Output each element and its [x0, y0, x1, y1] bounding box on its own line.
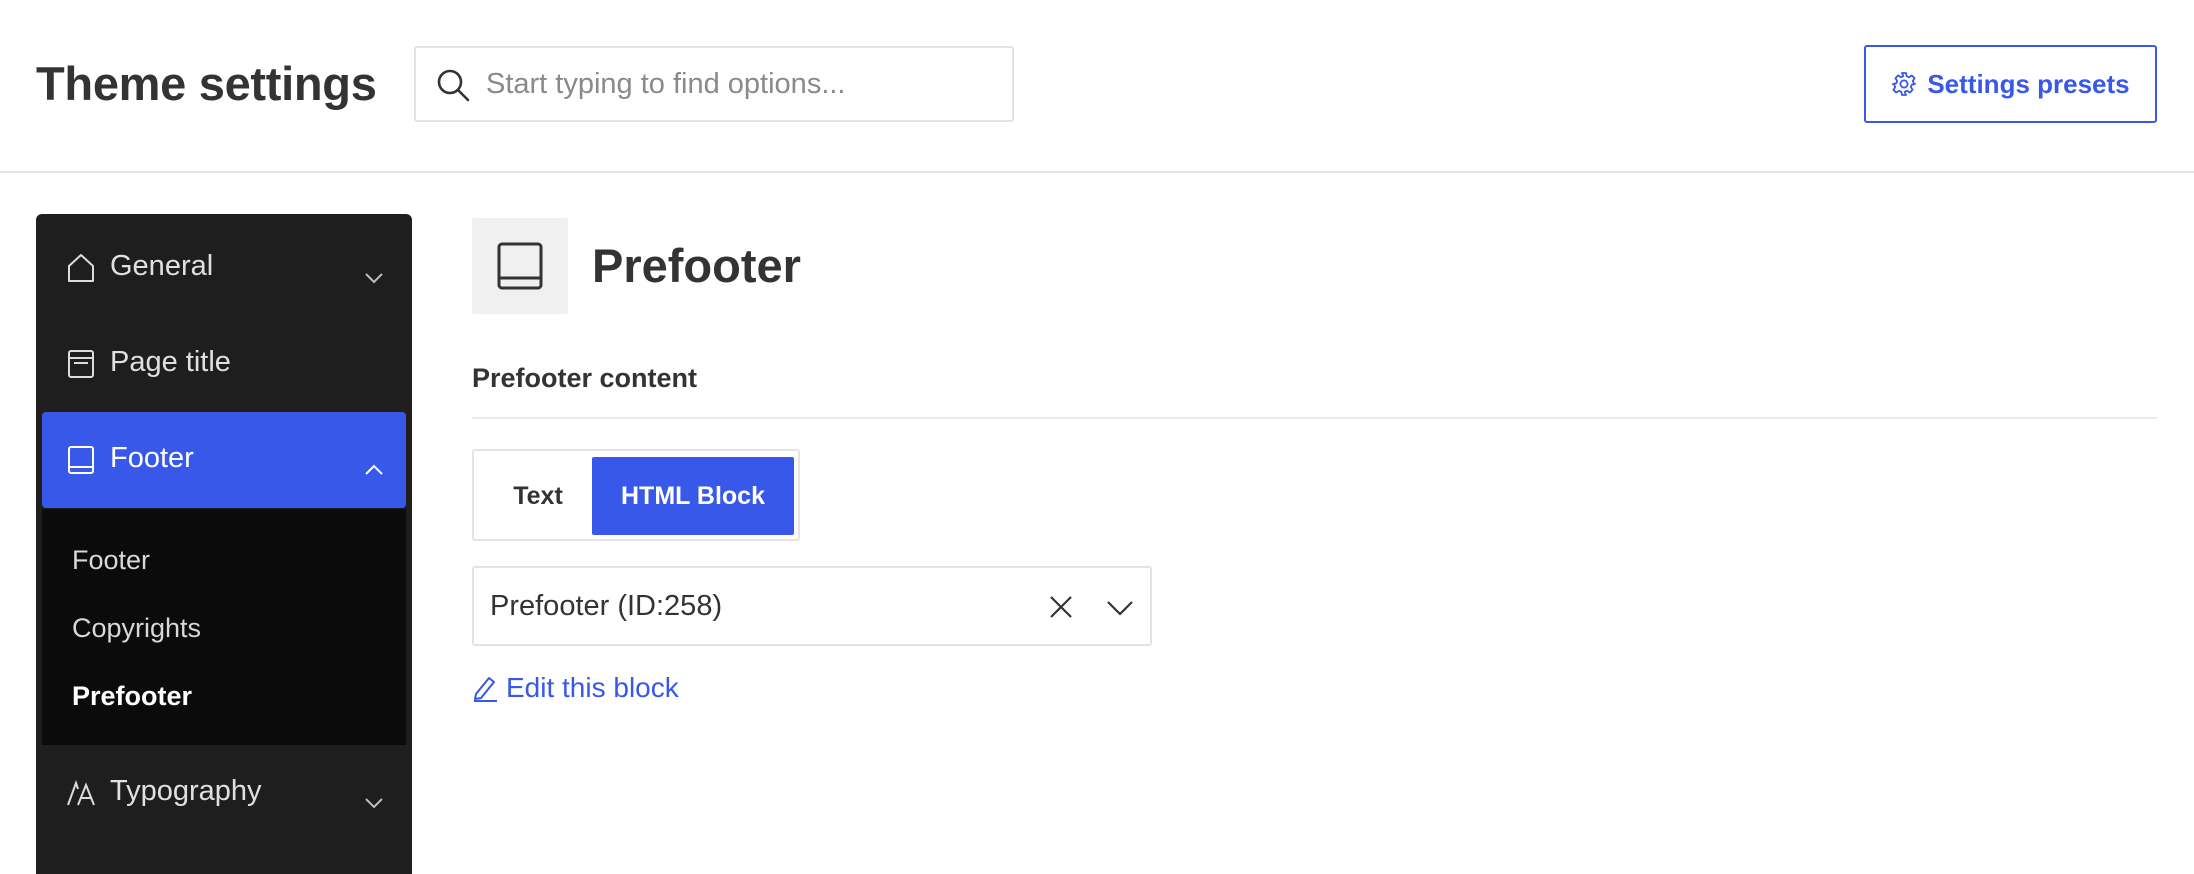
page-title-icon	[66, 348, 96, 380]
footer-submenu: Footer Copyrights Prefooter	[42, 509, 406, 745]
sidebar-item-label: Page title	[110, 346, 231, 378]
section-title: Prefooter	[592, 239, 801, 292]
edit-block-link[interactable]: Edit this block	[472, 672, 679, 704]
sidebar-item-typography[interactable]: Typography	[42, 745, 406, 841]
select-value: Prefooter (ID:258)	[490, 590, 723, 622]
section-icon	[472, 218, 568, 314]
submenu-item-copyrights[interactable]: Copyrights	[72, 613, 201, 644]
chevron-down-icon	[364, 260, 384, 284]
chevron-down-icon[interactable]	[1106, 599, 1134, 617]
settings-presets-button[interactable]: Settings presets	[1864, 45, 2157, 123]
chevron-down-icon	[364, 785, 384, 809]
sidebar-item-general[interactable]: General	[42, 220, 406, 316]
submenu-item-footer[interactable]: Footer	[72, 545, 150, 576]
settings-presets-label: Settings presets	[1927, 68, 2130, 99]
home-icon	[66, 252, 96, 284]
toggle-option-html-block[interactable]: HTML Block	[592, 457, 794, 535]
sidebar-item-page-title[interactable]: Page title	[42, 316, 406, 412]
search-icon	[434, 66, 472, 104]
gear-icon	[1891, 71, 1917, 97]
sidebar-item-label: Typography	[110, 775, 262, 807]
html-block-select[interactable]: Prefooter (ID:258)	[472, 566, 1152, 646]
search-input[interactable]	[486, 48, 1006, 120]
top-header: Theme settings Settings presets	[0, 0, 2194, 173]
settings-sidebar: General Page title Footer Footer Copyrig…	[36, 214, 412, 874]
content-type-toggle: Text HTML Block	[472, 449, 800, 541]
sidebar-item-footer[interactable]: Footer	[42, 412, 406, 508]
sidebar-item-label: Footer	[110, 442, 194, 474]
sidebar-item-label: General	[110, 250, 214, 282]
field-title: Prefooter content	[472, 363, 698, 393]
clear-icon[interactable]	[1048, 594, 1074, 620]
page-title: Theme settings	[36, 57, 377, 110]
footer-icon	[66, 444, 96, 476]
typography-icon	[66, 777, 96, 809]
footer-icon	[497, 242, 543, 290]
divider	[472, 417, 2157, 419]
pencil-icon	[472, 674, 498, 702]
submenu-item-prefooter[interactable]: Prefooter	[72, 681, 192, 712]
search-field[interactable]	[414, 46, 1014, 122]
chevron-up-icon	[364, 452, 384, 475]
edit-block-label: Edit this block	[506, 672, 679, 703]
toggle-option-text[interactable]: Text	[480, 457, 596, 535]
